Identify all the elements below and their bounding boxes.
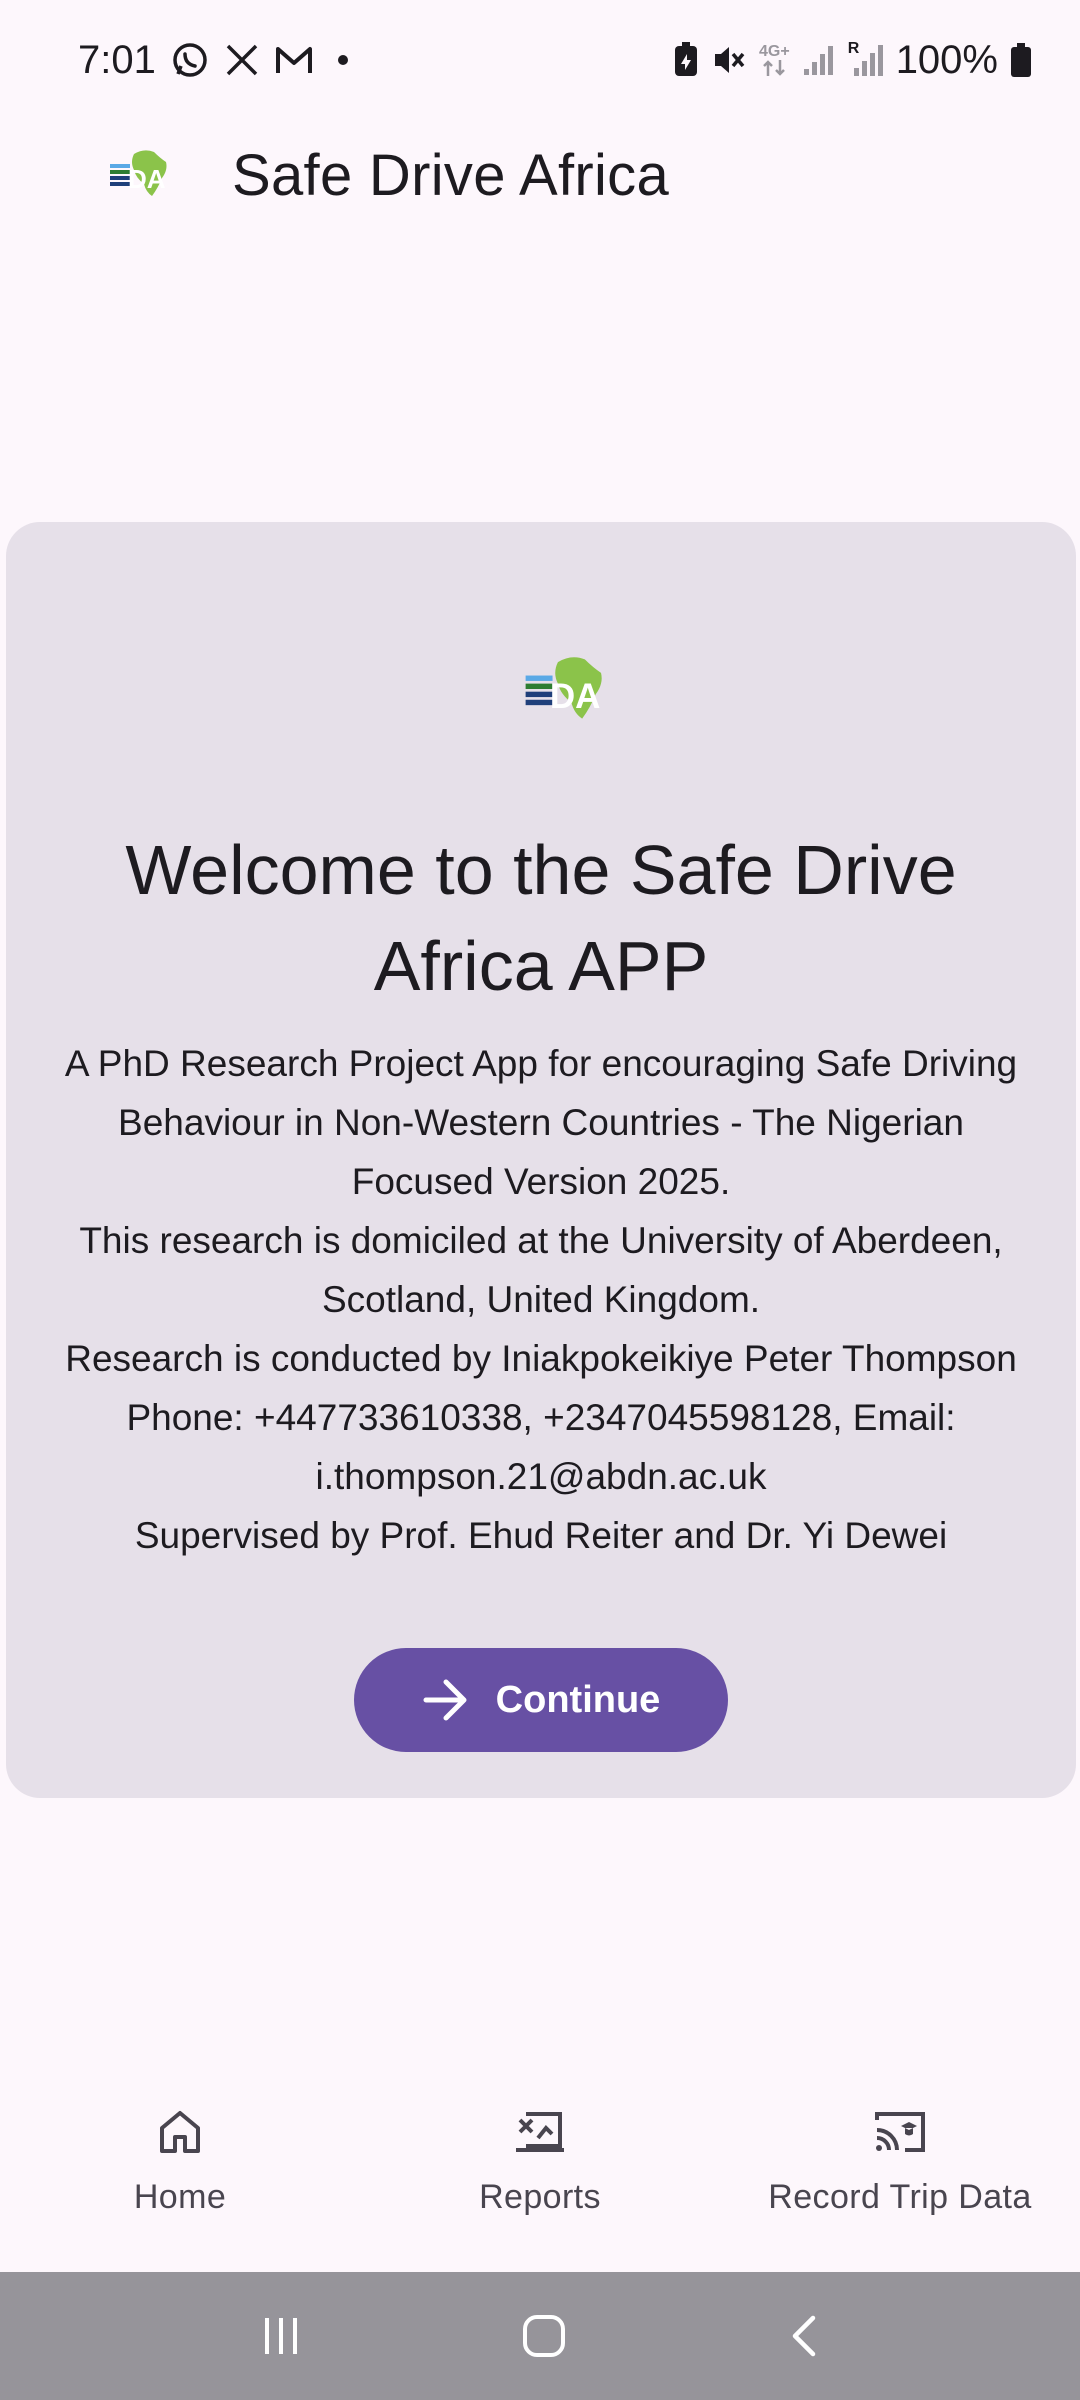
nav-item-record-trip-data[interactable]: Record Trip Data	[720, 2066, 1080, 2272]
app-title: Safe Drive Africa	[232, 143, 670, 208]
welcome-title: Welcome to the Safe Drive Africa APP	[125, 831, 957, 1005]
nav-item-home[interactable]: Home	[0, 2066, 360, 2272]
sda-logo-icon: DA	[108, 148, 172, 200]
signal-icon	[802, 43, 836, 77]
description-line: Research is conducted by Iniakpokeikiye …	[65, 1338, 1017, 1379]
app-bar: DA Safe Drive Africa	[0, 120, 1080, 224]
description-line: Phone: +447733610338, +2347045598128, Em…	[126, 1397, 956, 1497]
svg-text:DA: DA	[128, 164, 166, 194]
description-line: Supervised by Prof. Ehud Reiter and Dr. …	[134, 1515, 948, 1556]
roaming-label: R	[847, 40, 860, 57]
sda-logo-icon: DA	[518, 654, 614, 724]
reports-icon	[512, 2106, 568, 2158]
welcome-description: A PhD Research Project App for encouragi…	[46, 1034, 1036, 1565]
home-circle-icon[interactable]	[522, 2314, 566, 2358]
signal-roaming-icon: R	[847, 40, 884, 78]
battery-percent: 100%	[895, 37, 998, 82]
back-icon[interactable]	[787, 2314, 819, 2358]
record-trip-icon	[871, 2106, 929, 2158]
status-time: 7:01	[78, 37, 156, 82]
continue-button[interactable]: Continue	[354, 1648, 728, 1752]
mute-icon	[711, 42, 747, 78]
battery-saver-icon	[673, 42, 699, 78]
continue-label: Continue	[495, 1678, 661, 1721]
network-icon: 4G+	[759, 44, 790, 76]
nav-label-reports: Reports	[479, 2178, 601, 2216]
arrow-forward-icon	[422, 1678, 470, 1722]
description-line: This research is domiciled at the Univer…	[79, 1220, 1003, 1320]
svg-text:DA: DA	[550, 677, 601, 716]
x-icon	[224, 42, 260, 78]
notification-dot	[337, 55, 348, 65]
bottom-navigation: Home Reports Record Trip Data	[0, 2066, 1080, 2272]
battery-icon	[1010, 42, 1032, 78]
home-icon	[154, 2106, 206, 2158]
description-line: A PhD Research Project App for encouragi…	[64, 1043, 1018, 1202]
welcome-card: DA Welcome to the Safe Drive Africa APP …	[6, 522, 1076, 1798]
nav-label-record-trip-data: Record Trip Data	[768, 2178, 1032, 2216]
status-right: 4G+ R 100%	[673, 38, 1032, 83]
recents-icon[interactable]	[261, 2316, 301, 2356]
network-type-label: 4G+	[759, 43, 790, 60]
status-left: 7:01	[78, 38, 348, 83]
status-bar: 7:01 4G+ R 100%	[0, 0, 1080, 120]
nav-item-reports[interactable]: Reports	[360, 2066, 720, 2272]
nav-label-home: Home	[133, 2178, 227, 2216]
gmail-icon	[274, 43, 314, 77]
system-navigation-bar	[0, 2272, 1080, 2400]
whatsapp-icon	[170, 40, 210, 80]
